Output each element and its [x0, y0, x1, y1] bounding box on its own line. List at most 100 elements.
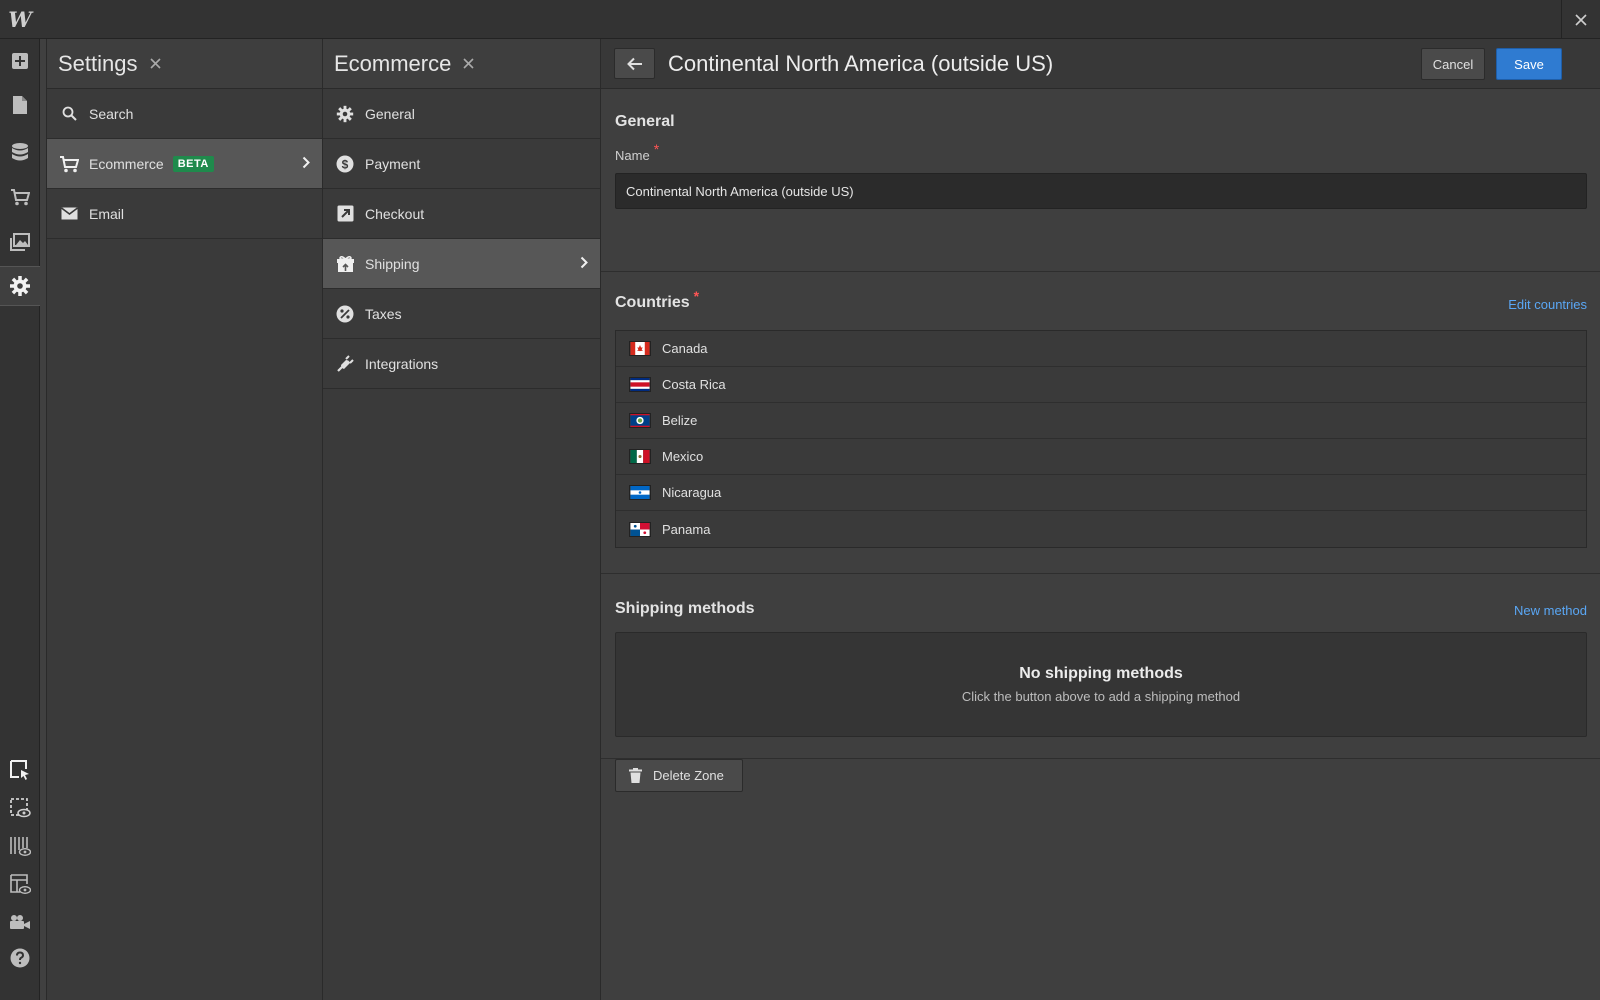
images-icon	[10, 233, 30, 251]
empty-state-subtitle: Click the button above to add a shipping…	[961, 689, 1241, 704]
delete-zone-label: Delete Zone	[653, 768, 724, 783]
list-item: Nicaragua	[616, 475, 1586, 511]
top-bar: W	[0, 0, 1600, 39]
list-item: Canada	[616, 331, 1586, 367]
audit-button[interactable]	[0, 826, 40, 866]
ecommerce-item-shipping[interactable]: Shipping	[323, 239, 600, 289]
editor-header: Continental North America (outside US) C…	[601, 39, 1600, 89]
flag-nicaragua-icon	[629, 485, 651, 500]
search-icon	[59, 104, 79, 124]
ecommerce-item-label: Checkout	[365, 205, 425, 222]
settings-pane-header: Settings	[47, 39, 322, 89]
layout-eye-icon	[10, 874, 31, 894]
edit-countries-link[interactable]: Edit countries	[1508, 297, 1587, 312]
left-toolbar	[0, 39, 40, 1000]
settings-pane: Settings Search Ecommerce BETA Email	[46, 39, 323, 1000]
country-name: Nicaragua	[662, 485, 722, 500]
settings-item-search[interactable]: Search	[47, 89, 322, 139]
ecommerce-item-general[interactable]: General	[323, 89, 600, 139]
gear-icon	[335, 104, 355, 124]
settings-item-label: Email	[89, 205, 125, 222]
select-element-button[interactable]	[0, 750, 40, 790]
gift-icon	[335, 254, 355, 274]
empty-state-title: No shipping methods	[1019, 665, 1183, 682]
cms-panel-button[interactable]	[0, 132, 40, 172]
list-item: Belize	[616, 403, 1586, 439]
checkout-icon	[335, 204, 355, 224]
new-method-link[interactable]: New method	[1514, 603, 1587, 618]
ecommerce-pane: Ecommerce General $ Payment Checkout Shi…	[323, 39, 601, 1000]
chevron-right-icon	[302, 156, 310, 172]
webflow-logo[interactable]: W	[0, 0, 40, 39]
flag-canada-icon	[629, 341, 651, 356]
preview-button[interactable]	[0, 788, 40, 828]
close-icon	[1575, 13, 1587, 26]
general-section: General Name *	[601, 89, 1600, 272]
add-panel-button[interactable]	[0, 41, 40, 81]
ecommerce-pane-title: Ecommerce	[334, 50, 452, 76]
ecommerce-item-taxes[interactable]: Taxes	[323, 289, 600, 339]
list-item: Costa Rica	[616, 367, 1586, 403]
assets-panel-button[interactable]	[0, 222, 40, 262]
name-field-label: Name *	[615, 141, 660, 163]
shipping-zone-editor: Continental North America (outside US) C…	[601, 39, 1600, 1000]
close-icon	[463, 58, 474, 69]
trash-icon	[629, 768, 642, 783]
ecommerce-panel-button[interactable]	[0, 177, 40, 217]
layout-preview-button[interactable]	[0, 864, 40, 904]
ecommerce-item-integrations[interactable]: Integrations	[323, 339, 600, 389]
shipping-methods-section: Shipping methods New method No shipping …	[601, 574, 1600, 759]
pages-panel-button[interactable]	[0, 85, 40, 125]
help-icon	[10, 948, 30, 968]
delete-zone-button[interactable]: Delete Zone	[615, 759, 743, 792]
settings-item-email[interactable]: Email	[47, 189, 322, 239]
close-ecommerce-button[interactable]	[463, 58, 474, 69]
settings-item-ecommerce[interactable]: Ecommerce BETA	[47, 139, 322, 189]
list-item: Panama	[616, 511, 1586, 547]
settings-panel-button[interactable]	[0, 266, 40, 306]
zone-name-input[interactable]	[615, 173, 1587, 209]
cancel-button[interactable]: Cancel	[1421, 48, 1485, 80]
page-title: Continental North America (outside US)	[668, 51, 1054, 76]
ecommerce-item-label: Taxes	[365, 305, 402, 322]
country-name: Canada	[662, 341, 708, 356]
flag-mexico-icon	[629, 449, 651, 464]
ecommerce-item-label: General	[365, 105, 415, 122]
ecommerce-item-checkout[interactable]: Checkout	[323, 189, 600, 239]
flag-costa-rica-icon	[629, 377, 651, 392]
cart-icon	[59, 154, 79, 174]
settings-item-label: Ecommerce	[89, 155, 164, 172]
settings-pane-title: Settings	[58, 50, 138, 76]
gear-icon	[10, 276, 30, 296]
ecommerce-item-payment[interactable]: $ Payment	[323, 139, 600, 189]
help-button[interactable]	[0, 938, 40, 978]
mail-icon	[59, 204, 79, 224]
back-button[interactable]	[614, 48, 655, 79]
flag-belize-icon	[629, 413, 651, 428]
close-designer-button[interactable]	[1561, 0, 1600, 39]
flag-panama-icon	[629, 521, 651, 537]
select-cursor-icon	[10, 760, 29, 780]
country-name: Costa Rica	[662, 377, 726, 392]
arrow-left-icon	[626, 57, 642, 70]
svg-text:$: $	[342, 157, 349, 171]
required-mark: *	[653, 141, 660, 157]
ecommerce-item-label: Payment	[365, 155, 421, 172]
close-settings-button[interactable]	[149, 58, 161, 69]
ecommerce-item-label: Integrations	[365, 355, 439, 372]
required-mark: *	[693, 288, 700, 304]
countries-list: Canada Costa Rica Belize Mexico Nicaragu…	[615, 330, 1587, 548]
dollar-icon: $	[335, 154, 355, 174]
settings-item-label: Search	[89, 105, 134, 122]
list-item: Mexico	[616, 439, 1586, 475]
page-icon	[13, 96, 27, 114]
empty-state: No shipping methods Click the button abo…	[615, 632, 1587, 737]
country-name: Mexico	[662, 449, 704, 464]
country-name: Belize	[662, 413, 698, 428]
beta-badge: BETA	[172, 155, 214, 172]
database-icon	[12, 143, 28, 161]
save-button[interactable]: Save	[1496, 48, 1562, 80]
plus-box-icon	[12, 53, 28, 69]
ecommerce-pane-header: Ecommerce	[323, 39, 600, 89]
video-tutorials-button[interactable]	[0, 902, 40, 942]
